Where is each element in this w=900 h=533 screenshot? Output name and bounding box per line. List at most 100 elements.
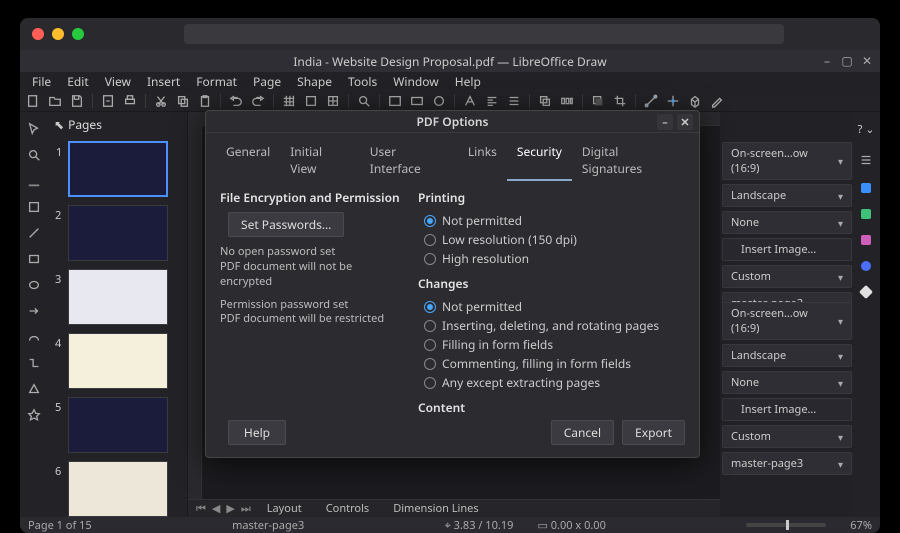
menu-shape[interactable]: Shape: [291, 73, 338, 90]
prop-master-bg[interactable]: Custom▾: [722, 265, 852, 288]
snap-icon[interactable]: [304, 94, 318, 108]
next-tab-icon[interactable]: ▶: [226, 501, 234, 516]
crop-icon[interactable]: [613, 94, 627, 108]
open-icon[interactable]: [48, 94, 62, 108]
glue-points-icon[interactable]: [666, 94, 680, 108]
menu-page[interactable]: Page: [247, 73, 287, 90]
prop-insert-image[interactable]: Insert Image…: [722, 238, 852, 261]
prop-background-2[interactable]: None▾: [722, 371, 852, 394]
connector-tool-icon[interactable]: [27, 356, 41, 370]
tab-initial-view[interactable]: Initial View: [280, 139, 360, 181]
tab-digital-signatures[interactable]: Digital Signatures: [572, 139, 689, 181]
gallery-panel-icon[interactable]: [861, 235, 871, 245]
grid-icon[interactable]: [282, 94, 296, 108]
changes-not-permitted[interactable]: Not permitted: [418, 298, 685, 315]
dialog-minimize-icon[interactable]: –: [657, 114, 673, 130]
prev-tab-icon[interactable]: ◀: [212, 501, 220, 516]
cut-icon[interactable]: [154, 94, 168, 108]
ellipse-tool-icon[interactable]: [27, 278, 41, 292]
prop-insert-image-2[interactable]: Insert Image…: [722, 398, 852, 421]
prop-format[interactable]: On-screen…ow (16:9)▾: [722, 142, 852, 180]
dialog-close-icon[interactable]: ✕: [677, 114, 693, 130]
menu-window[interactable]: Window: [387, 73, 445, 90]
align-left-icon[interactable]: [485, 94, 499, 108]
tab-general[interactable]: General: [216, 139, 280, 181]
arrange-icon[interactable]: [538, 94, 552, 108]
last-tab-icon[interactable]: ⏭: [241, 501, 251, 516]
ruler-vertical[interactable]: [188, 126, 202, 517]
window-maximize-icon[interactable]: ▢: [840, 52, 854, 69]
prop-background[interactable]: None▾: [722, 211, 852, 234]
page-thumb-5[interactable]: 5: [68, 397, 168, 453]
prop-orientation-2[interactable]: Landscape▾: [722, 344, 852, 367]
first-tab-icon[interactable]: ⏮: [196, 501, 206, 516]
printing-not-permitted[interactable]: Not permitted: [418, 212, 685, 229]
close-window-button[interactable]: [32, 28, 44, 40]
zoom-value[interactable]: 67%: [850, 518, 872, 533]
maximize-window-button[interactable]: [72, 28, 84, 40]
properties-panel-icon[interactable]: [861, 183, 871, 193]
prop-master-bg-2[interactable]: Custom▾: [722, 425, 852, 448]
line-color-icon[interactable]: [27, 174, 41, 188]
shadow-icon[interactable]: [591, 94, 605, 108]
new-icon[interactable]: [26, 94, 40, 108]
menu-help[interactable]: Help: [449, 73, 487, 90]
points-edit-icon[interactable]: [644, 94, 658, 108]
copy-icon[interactable]: [176, 94, 190, 108]
zoom-icon[interactable]: [357, 94, 371, 108]
prop-orientation[interactable]: Landscape▾: [722, 184, 852, 207]
zoom-slider[interactable]: [746, 523, 826, 527]
symbol-shapes-icon[interactable]: [27, 408, 41, 422]
zoom-tool-icon[interactable]: [27, 148, 41, 162]
image-icon[interactable]: [388, 94, 402, 108]
page-thumb-4[interactable]: 4: [68, 333, 168, 389]
page-thumb-6[interactable]: 6: [68, 461, 168, 517]
page-thumb-3[interactable]: 3: [68, 269, 168, 325]
menu-insert[interactable]: Insert: [141, 73, 186, 90]
arrow-tool-icon[interactable]: [27, 304, 41, 318]
fill-color-icon[interactable]: [27, 200, 41, 214]
align-objects-icon[interactable]: [507, 94, 521, 108]
prop-master-page-2[interactable]: master-page3▾: [722, 452, 852, 475]
sidebar-help-icon[interactable]: ? ⌄: [858, 122, 875, 137]
paste-icon[interactable]: [198, 94, 212, 108]
print-icon[interactable]: [123, 94, 137, 108]
cancel-button[interactable]: Cancel: [551, 420, 614, 445]
tab-user-interface[interactable]: User Interface: [360, 139, 458, 181]
styles-panel-icon[interactable]: [861, 209, 871, 219]
save-icon[interactable]: [70, 94, 84, 108]
menu-file[interactable]: File: [26, 73, 57, 90]
changes-any-except-extract[interactable]: Any except extracting pages: [418, 374, 685, 391]
guides-icon[interactable]: [326, 94, 340, 108]
help-button[interactable]: Help: [228, 420, 286, 445]
sidebar-menu-icon[interactable]: [859, 153, 873, 167]
tab-controls[interactable]: Controls: [318, 501, 377, 516]
menu-tools[interactable]: Tools: [342, 73, 383, 90]
rect-tool-icon[interactable]: [27, 252, 41, 266]
distribute-icon[interactable]: [560, 94, 574, 108]
page-thumb-1[interactable]: 1: [68, 141, 168, 197]
tab-dimension-lines[interactable]: Dimension Lines: [385, 501, 486, 516]
menu-format[interactable]: Format: [190, 73, 243, 90]
fontwork-icon[interactable]: [463, 94, 477, 108]
changes-fill-forms[interactable]: Filling in form fields: [418, 336, 685, 353]
export-pdf-icon[interactable]: [101, 94, 115, 108]
printing-high-res[interactable]: High resolution: [418, 250, 685, 267]
prop-format-2[interactable]: On-screen…ow (16:9)▾: [722, 302, 852, 340]
toggle-extrusion-icon[interactable]: [688, 94, 702, 108]
tab-layout[interactable]: Layout: [259, 501, 310, 516]
changes-insert-delete-rotate[interactable]: Inserting, deleting, and rotating pages: [418, 317, 685, 334]
line-tool-icon[interactable]: [27, 226, 41, 240]
changes-comment-fill[interactable]: Commenting, filling in form fields: [418, 355, 685, 372]
redo-icon[interactable]: [251, 94, 265, 108]
window-close-icon[interactable]: ✕: [860, 52, 874, 69]
textbox-icon[interactable]: [410, 94, 424, 108]
minimize-window-button[interactable]: [52, 28, 64, 40]
select-arrow-icon[interactable]: ⬉: [54, 116, 64, 133]
draw-functions-icon[interactable]: [710, 94, 724, 108]
navigator-panel-icon[interactable]: [861, 261, 871, 271]
curve-tool-icon[interactable]: [27, 330, 41, 344]
tab-links[interactable]: Links: [458, 139, 507, 181]
tab-security[interactable]: Security: [507, 139, 572, 181]
export-button[interactable]: Export: [622, 420, 685, 445]
